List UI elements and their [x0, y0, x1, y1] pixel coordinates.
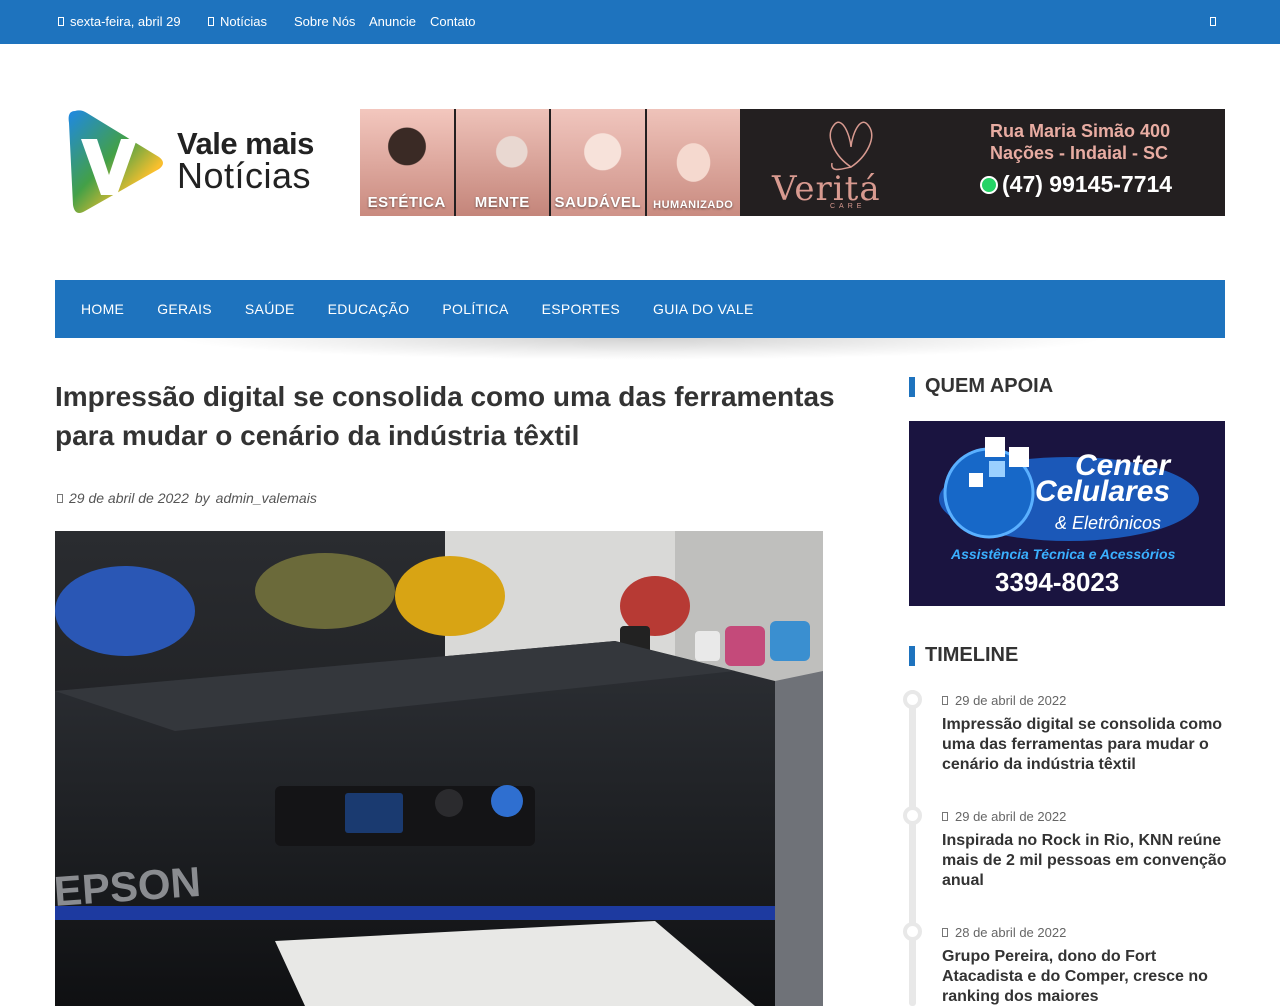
article-featured-image: EPSON: [55, 531, 823, 1006]
article-meta: 29 de abril de 2022 by admin_valemais: [57, 490, 317, 506]
ad-line4: Assistência Técnica e Acessórios: [951, 546, 1176, 562]
ad-line3: & Eletrônicos: [1055, 513, 1162, 533]
whatsapp-icon: [980, 175, 998, 194]
timeline-date: 28 de abril de 2022: [942, 925, 1066, 940]
banner-photo: ESTÉTICA: [360, 109, 456, 216]
timeline-list: 29 de abril de 2022 Impressão digital se…: [903, 690, 1229, 1007]
title-accent-bar: [909, 645, 915, 666]
nav-item-saude[interactable]: SAÚDE: [245, 301, 295, 317]
clock-icon: [942, 928, 948, 937]
banner-phone: (47) 99145-7714: [980, 171, 1172, 198]
butterfly-icon: [829, 121, 873, 171]
site-logo[interactable]: Vale mais Notícias: [67, 109, 327, 217]
ad-line2: Celulares: [1035, 475, 1171, 508]
top-link-contato[interactable]: Contato: [430, 14, 476, 29]
nav-item-home[interactable]: HOME: [81, 301, 124, 317]
article-title: Impressão digital se consolida como uma …: [55, 381, 835, 451]
timeline-link[interactable]: Impressão digital se consolida como uma …: [942, 715, 1227, 775]
timeline-link[interactable]: Inspirada no Rock in Rio, KNN reúne mais…: [942, 831, 1227, 891]
title-accent-bar: [909, 376, 915, 397]
banner-address-line1: Rua Maria Simão 400: [990, 121, 1171, 141]
banner-brand-sub: CARE: [830, 203, 866, 210]
nav-item-guia[interactable]: GUIA DO VALE: [653, 301, 754, 317]
banner-photo: SAUDÁVEL: [551, 109, 647, 216]
nav-shadow: [170, 338, 1110, 360]
clock-icon: [942, 812, 948, 821]
top-date: sexta-feira, abril 29: [58, 14, 181, 29]
timeline-dot: [903, 806, 922, 825]
article-author[interactable]: admin_valemais: [216, 490, 317, 506]
play-logo-icon: [68, 110, 163, 213]
nav-item-esportes[interactable]: ESPORTES: [542, 301, 620, 317]
banner-photos: ESTÉTICA MENTE SAUDÁVEL HUMANIZADO: [360, 109, 742, 216]
timeline-date: 29 de abril de 2022: [942, 693, 1066, 708]
clock-icon: [942, 696, 948, 705]
printer-photo: EPSON: [55, 531, 823, 1006]
timeline-date: 29 de abril de 2022: [942, 809, 1066, 824]
top-link-anuncie[interactable]: Anuncie: [369, 14, 416, 29]
banner-address-line2: Nações - Indaial - SC: [990, 143, 1169, 163]
calendar-icon: [58, 17, 64, 26]
timeline-dot: [903, 922, 922, 941]
nav-item-politica[interactable]: POLÍTICA: [442, 301, 508, 317]
nav-item-educacao[interactable]: EDUCAÇÃO: [328, 301, 410, 317]
logo-line2: Notícias: [177, 155, 312, 196]
widget-title-support: QUEM APOIA: [909, 375, 1053, 398]
top-bar: sexta-feira, abril 29 Notícias Sobre Nós…: [0, 0, 1280, 44]
banner-photo: MENTE: [455, 109, 551, 216]
timeline-line: [909, 690, 916, 1006]
top-link-noticias[interactable]: Notícias: [208, 14, 267, 29]
sidebar-ad[interactable]: Center Celulares & Eletrônicos Assistênc…: [909, 421, 1225, 606]
top-link-sobre[interactable]: Sobre Nós: [294, 14, 355, 29]
timeline-dot: [903, 690, 922, 709]
ad-phone: 3394-8023: [995, 567, 1120, 597]
nav-item-gerais[interactable]: GERAIS: [157, 301, 212, 317]
timeline-link[interactable]: Grupo Pereira, dono do Fort Atacadista e…: [942, 947, 1227, 1007]
header-banner-ad[interactable]: ESTÉTICA MENTE SAUDÁVEL HUMANIZADO Verit…: [360, 109, 1225, 216]
home-icon: [208, 17, 214, 26]
top-date-text: sexta-feira, abril 29: [70, 14, 181, 29]
widget-title-timeline: TIMELINE: [909, 644, 1018, 667]
clock-icon: [57, 493, 63, 503]
article-date[interactable]: 29 de abril de 2022: [69, 490, 189, 506]
main-nav: HOME GERAIS SAÚDE EDUCAÇÃO POLÍTICA ESPO…: [55, 280, 1225, 338]
search-icon[interactable]: [1210, 17, 1216, 26]
article-author-prefix: by: [194, 490, 210, 506]
banner-photo: HUMANIZADO: [646, 109, 742, 216]
